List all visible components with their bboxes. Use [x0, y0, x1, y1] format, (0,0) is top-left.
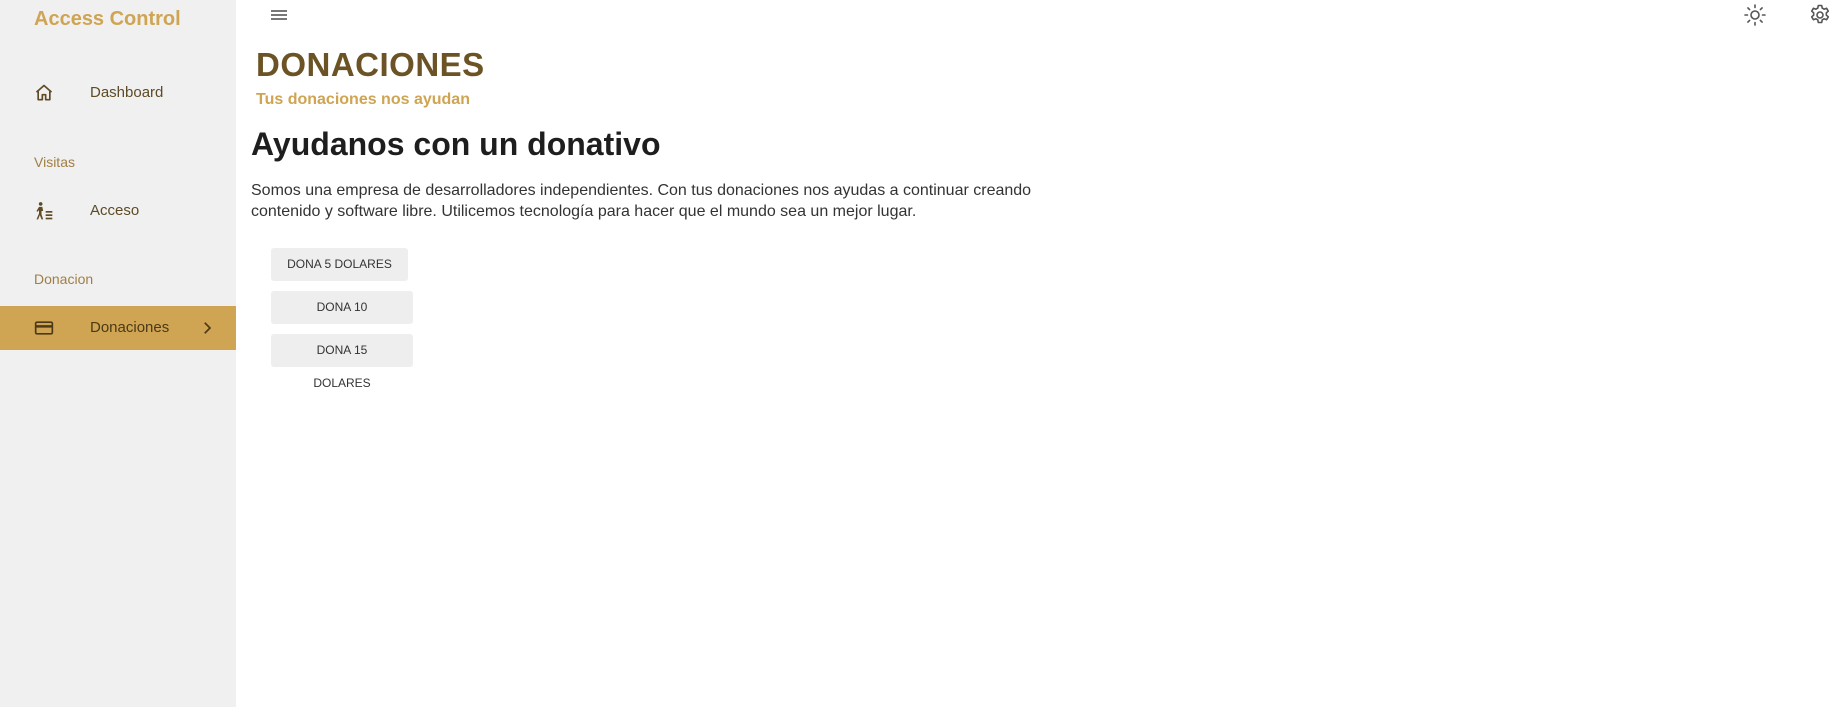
person-walking-icon: [34, 201, 54, 221]
sidebar-item-donaciones[interactable]: Donaciones: [0, 306, 236, 350]
sun-icon[interactable]: [1743, 3, 1767, 27]
donate-10-button[interactable]: DONA 10 DOLARES: [271, 291, 413, 347]
description-paragraph: Somos una empresa de desarrolladores ind…: [251, 182, 1032, 220]
section-heading: Ayudanos con un donativo: [251, 126, 661, 162]
sidebar-item-acceso[interactable]: Acceso: [0, 189, 236, 233]
sidebar: Access Control Dashboard Visitas Acceso …: [0, 0, 236, 707]
hamburger-menu-icon[interactable]: [267, 3, 291, 27]
chevron-right-icon: [198, 319, 216, 337]
sidebar-item-label: Donaciones: [90, 319, 170, 336]
credit-card-icon: [34, 318, 54, 338]
section-title-donacion: Donacion: [34, 271, 94, 287]
donate-5-button[interactable]: DONA 5 DOLARES: [271, 248, 408, 281]
sidebar-item-label: Acceso: [90, 202, 140, 219]
donate-15-button[interactable]: DONA 15 DOLARES: [271, 334, 413, 390]
home-icon: [34, 83, 54, 103]
brand-title[interactable]: Access Control: [34, 7, 181, 31]
page-title: DONACIONES: [256, 46, 485, 83]
sidebar-item-label: Dashboard: [90, 84, 164, 101]
section-title-visitas: Visitas: [34, 154, 75, 170]
page-subtitle: Tus donaciones nos ayudan: [256, 91, 470, 108]
sidebar-item-dashboard[interactable]: Dashboard: [0, 71, 236, 115]
app-root: Access Control Dashboard Visitas Acceso …: [0, 0, 1848, 707]
gear-icon[interactable]: [1808, 3, 1832, 27]
